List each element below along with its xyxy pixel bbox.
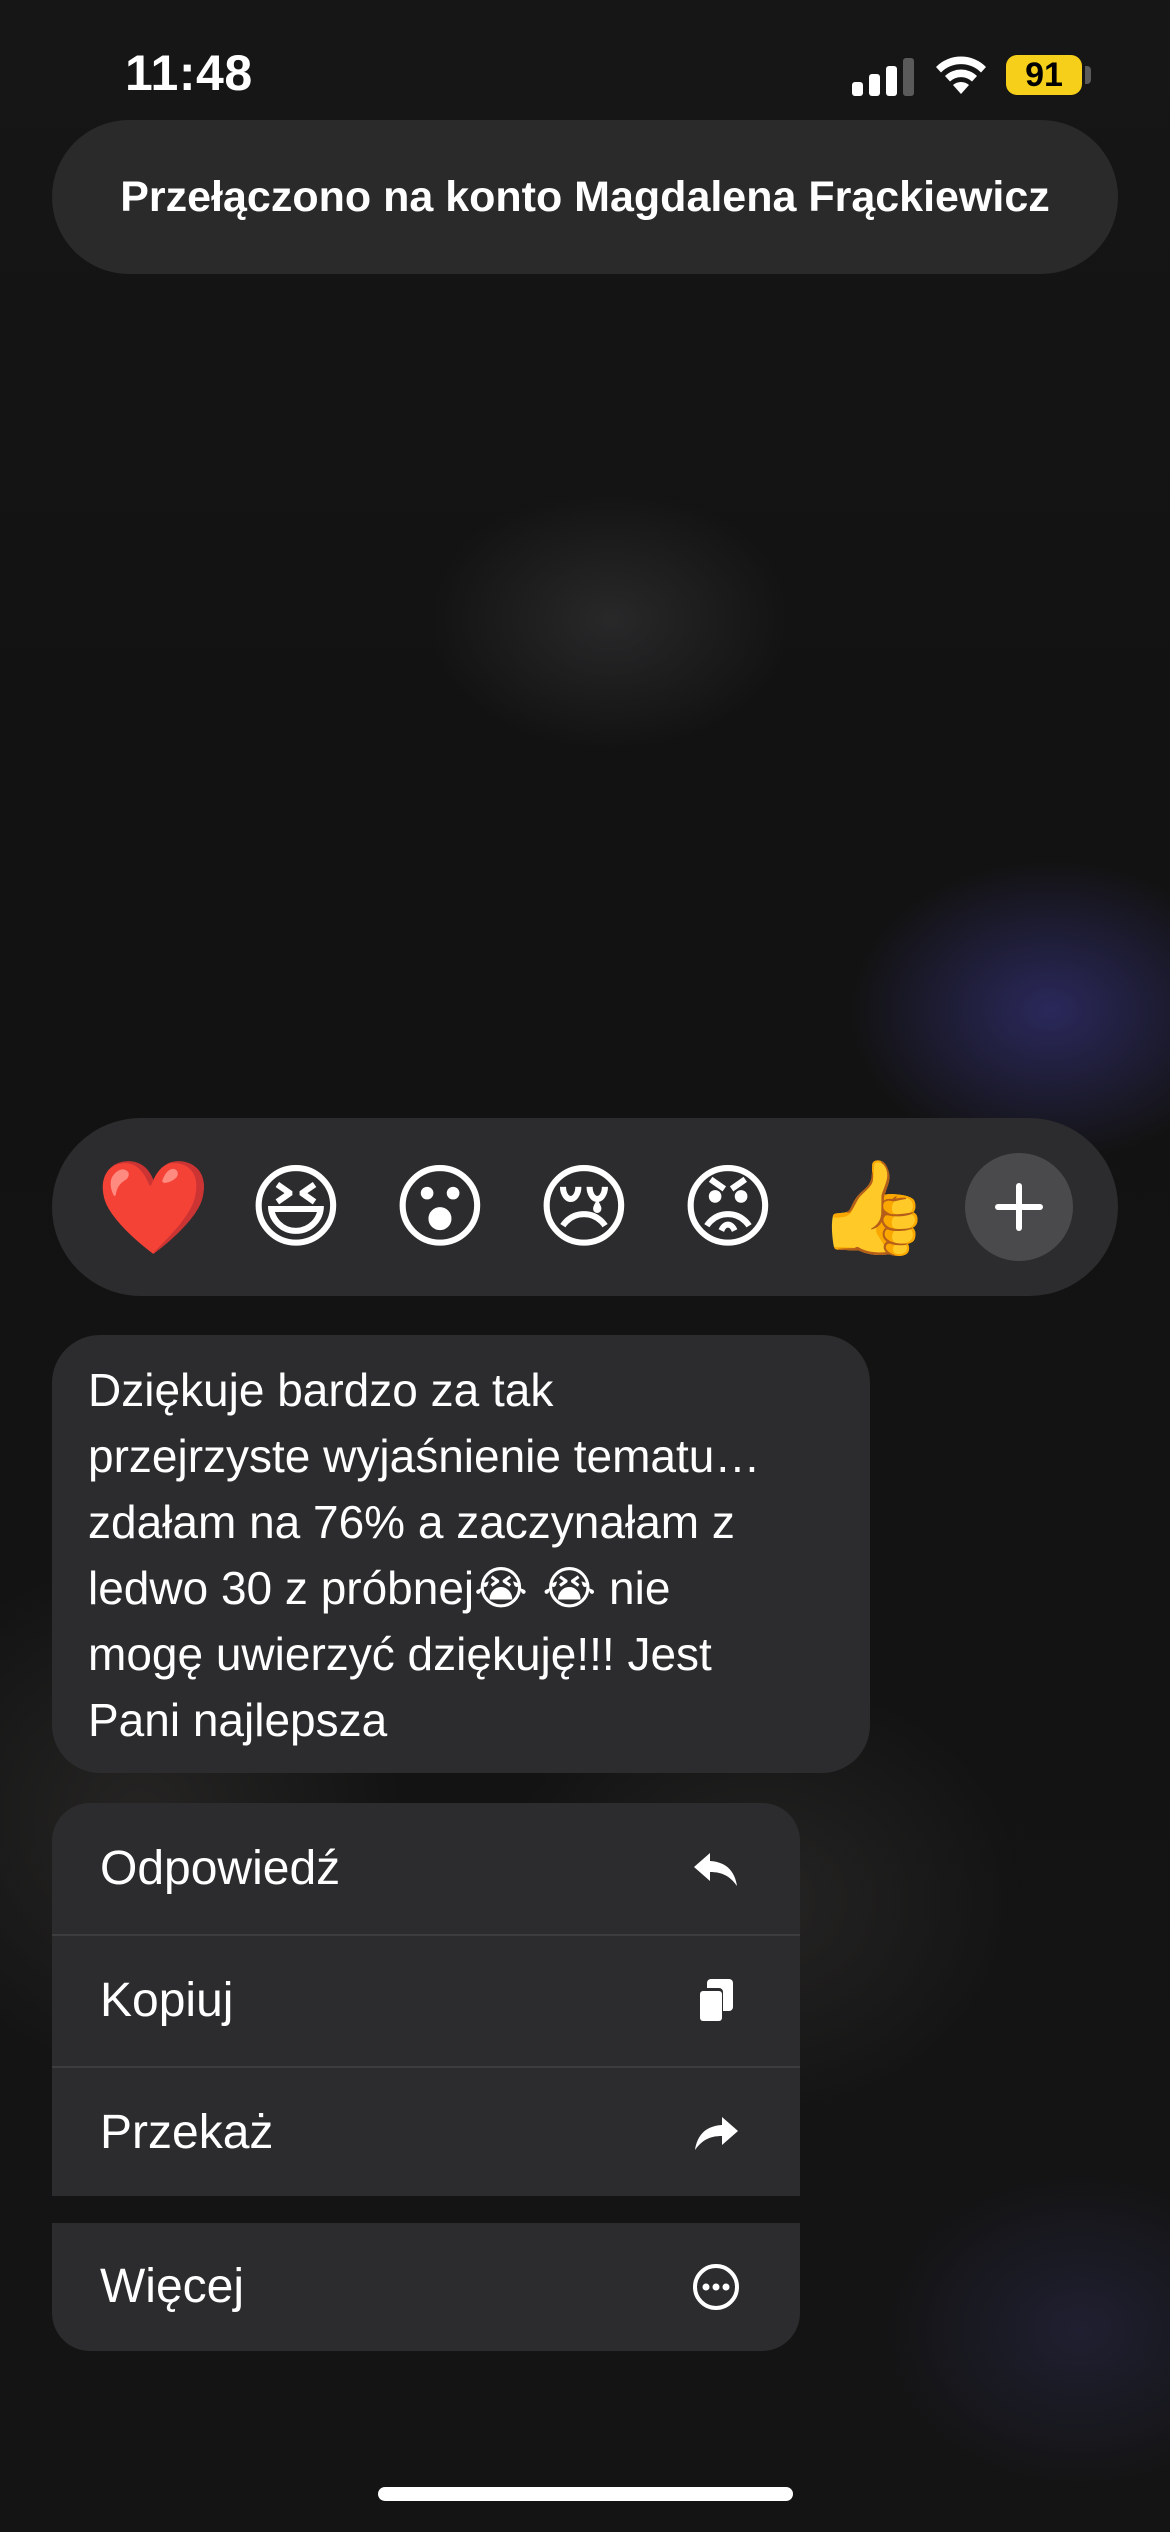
menu-item-copy[interactable]: Kopiuj <box>52 1935 800 2066</box>
home-indicator[interactable] <box>378 2487 793 2501</box>
reaction-heart-button[interactable]: ❤️ <box>96 1152 211 1264</box>
copy-icon <box>697 1979 733 2022</box>
plus-icon <box>995 1183 1043 1231</box>
message-line: ledwo 30 z próbnej <box>88 1562 475 1614</box>
account-switched-toast: Przełączono na konto Magdalena Frąckiewi… <box>52 120 1118 274</box>
menu-item-more[interactable]: Więcej <box>52 2223 800 2351</box>
message-line: Dziękuje bardzo za tak <box>88 1364 554 1416</box>
reaction-surprised-button[interactable]: 😮 <box>384 1152 496 1264</box>
message-bubble[interactable]: Dziękuje bardzo za tak przejrzyste wyjaś… <box>52 1335 870 1773</box>
add-reaction-button[interactable] <box>965 1153 1073 1261</box>
message-line: Pani najlepsza <box>88 1694 388 1746</box>
toast-text: Przełączono na konto Magdalena Frąckiewi… <box>120 172 1050 221</box>
battery-cap <box>1085 66 1091 84</box>
reaction-thumbs-up-button[interactable]: 👍 <box>816 1152 931 1264</box>
message-line: zdałam na 76% a zaczynałam z <box>88 1496 735 1548</box>
cellular-signal-icon <box>852 58 914 96</box>
reaction-angry-button[interactable]: 😡 <box>672 1152 784 1264</box>
menu-item-forward-label: Przekaż <box>100 2106 274 2159</box>
context-menu: Odpowiedź Kopiuj Przekaż Więcej <box>52 1803 800 2351</box>
reaction-crying-button[interactable]: 😢 <box>528 1152 640 1264</box>
status-time: 11:48 <box>125 45 253 101</box>
message-line: mogę uwierzyć dziękuję!!! Jest <box>88 1628 712 1680</box>
menu-item-forward[interactable]: Przekaż <box>52 2067 800 2196</box>
menu-item-copy-label: Kopiuj <box>100 1974 234 2027</box>
context-menu-more-group: Więcej <box>52 2223 800 2351</box>
menu-item-reply[interactable]: Odpowiedź <box>52 1803 800 1934</box>
menu-item-more-label: Więcej <box>100 2260 245 2313</box>
forward-icon <box>695 2117 738 2150</box>
menu-item-reply-label: Odpowiedź <box>100 1842 341 1895</box>
message-line: nie <box>596 1562 671 1614</box>
message-line: przejrzyste wyjaśnienie tematu… <box>88 1430 761 1482</box>
battery-indicator: 91 <box>1006 55 1082 95</box>
reply-icon <box>694 1853 737 1886</box>
reaction-laughing-button[interactable]: 😆 <box>240 1152 352 1264</box>
wifi-icon <box>936 56 986 94</box>
more-ellipsis-icon <box>693 2264 739 2310</box>
reaction-bar: ❤️ 😆 😮 😢 😡 👍 <box>52 1118 1118 1296</box>
crying-emoji: 😭 😭 <box>474 1561 597 1615</box>
message-text: Dziękuje bardzo za tak przejrzyste wyjaś… <box>88 1357 840 1753</box>
context-menu-main-group: Odpowiedź Kopiuj Przekaż <box>52 1803 800 2196</box>
